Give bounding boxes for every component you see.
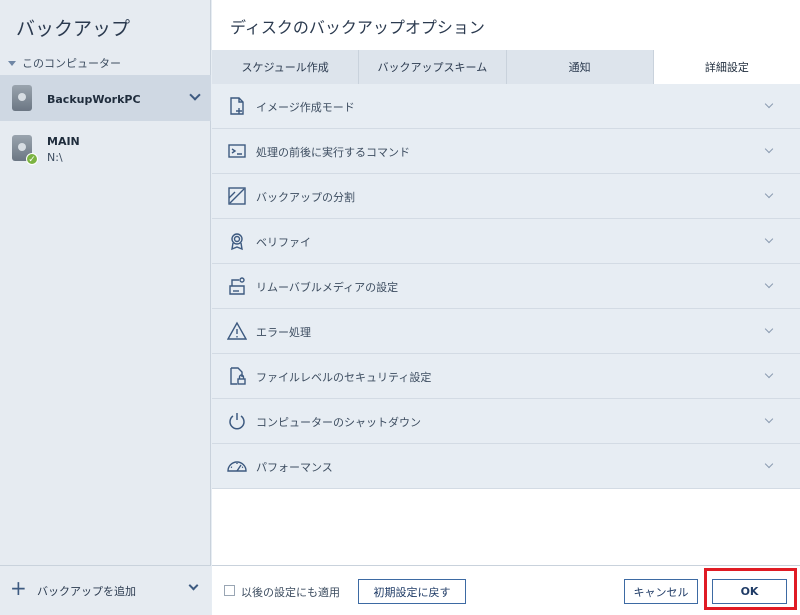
option-label: リムーバブルメディアの設定 [256, 281, 399, 294]
option-label: ベリファイ [256, 236, 311, 249]
option-row-error-handling[interactable]: エラー処理 [212, 309, 800, 354]
option-row-file-security[interactable]: ファイルレベルのセキュリティ設定 [212, 354, 800, 399]
add-backup-label: バックアップを追加 [37, 585, 136, 598]
tab-advanced[interactable]: 詳細設定 [653, 50, 800, 84]
chevron-down-icon [764, 369, 774, 379]
warning-icon [226, 321, 248, 341]
options-list: イメージ作成モード 処理の前後に実行するコマンド バックアップの分割 ベリファイ [212, 84, 800, 489]
sidebar-item-path: N:\ [47, 151, 63, 164]
option-row-pre-post-commands[interactable]: 処理の前後に実行するコマンド [212, 129, 800, 174]
apply-future-label: 以後の設定にも適用 [241, 586, 340, 599]
option-label: 処理の前後に実行するコマンド [256, 146, 410, 159]
option-row-image-mode[interactable]: イメージ作成モード [212, 84, 800, 129]
chevron-down-icon [764, 99, 774, 109]
chevron-down-icon[interactable] [189, 89, 201, 101]
sidebar-item-name: BackupWorkPC [47, 93, 141, 106]
chevron-down-icon [764, 324, 774, 334]
tab-notifications[interactable]: 通知 [506, 50, 654, 84]
hard-drive-icon [12, 85, 32, 111]
option-label: パフォーマンス [256, 461, 333, 474]
chevron-down-icon [764, 144, 774, 154]
sidebar-item-main[interactable]: ✓ MAIN N:\ [0, 125, 211, 171]
sidebar-item-name: MAIN [47, 135, 80, 148]
option-row-performance[interactable]: パフォーマンス [212, 444, 800, 489]
sidebar: バックアップ このコンピューター BackupWorkPC ✓ MAIN N:\… [0, 0, 211, 615]
ok-highlight-frame [704, 568, 797, 610]
option-label: エラー処理 [256, 326, 311, 339]
option-row-shutdown[interactable]: コンピューターのシャットダウン [212, 399, 800, 444]
option-label: コンピューターのシャットダウン [256, 416, 421, 429]
check-badge-icon: ✓ [26, 153, 38, 165]
option-label: バックアップの分割 [256, 191, 355, 204]
power-icon [227, 411, 247, 431]
tab-schedule[interactable]: スケジュール作成 [212, 50, 360, 84]
terminal-icon [227, 141, 247, 161]
file-lock-icon [227, 366, 247, 386]
sidebar-title: バックアップ [16, 18, 131, 40]
document-plus-icon [227, 96, 247, 116]
chevron-down-icon [764, 414, 774, 424]
add-backup-button[interactable]: + バックアップを追加 [0, 565, 211, 615]
option-label: ファイルレベルのセキュリティ設定 [256, 371, 432, 384]
chevron-down-icon[interactable] [188, 580, 199, 591]
split-icon [227, 186, 247, 206]
option-label: イメージ作成モード [256, 101, 355, 114]
chevron-down-icon [764, 189, 774, 199]
chevron-down-icon [764, 459, 774, 469]
option-row-removable-media[interactable]: リムーバブルメディアの設定 [212, 264, 800, 309]
certificate-icon [227, 231, 247, 251]
sidebar-section-label: このコンピューター [22, 57, 121, 70]
removable-drive-icon [227, 276, 247, 296]
tab-backup-scheme[interactable]: バックアップスキーム [359, 50, 507, 84]
option-row-split[interactable]: バックアップの分割 [212, 174, 800, 219]
reset-defaults-button[interactable]: 初期設定に戻す [358, 579, 466, 604]
sidebar-item-backupworkpc[interactable]: BackupWorkPC [0, 75, 211, 121]
option-row-verify[interactable]: ベリファイ [212, 219, 800, 264]
apply-future-checkbox[interactable] [224, 585, 235, 596]
collapse-triangle-icon [8, 60, 16, 66]
page-title: ディスクのバックアップオプション [230, 18, 485, 37]
chevron-down-icon [764, 234, 774, 244]
gauge-icon [227, 456, 247, 476]
sidebar-section-this-computer[interactable]: このコンピューター [8, 55, 121, 71]
chevron-down-icon [764, 279, 774, 289]
main-panel: ディスクのバックアップオプション スケジュール作成 バックアップスキーム 通知 … [212, 0, 800, 615]
tab-bar: スケジュール作成 バックアップスキーム 通知 詳細設定 [212, 50, 800, 84]
cancel-button[interactable]: キャンセル [624, 579, 698, 604]
plus-icon: + [10, 576, 27, 600]
